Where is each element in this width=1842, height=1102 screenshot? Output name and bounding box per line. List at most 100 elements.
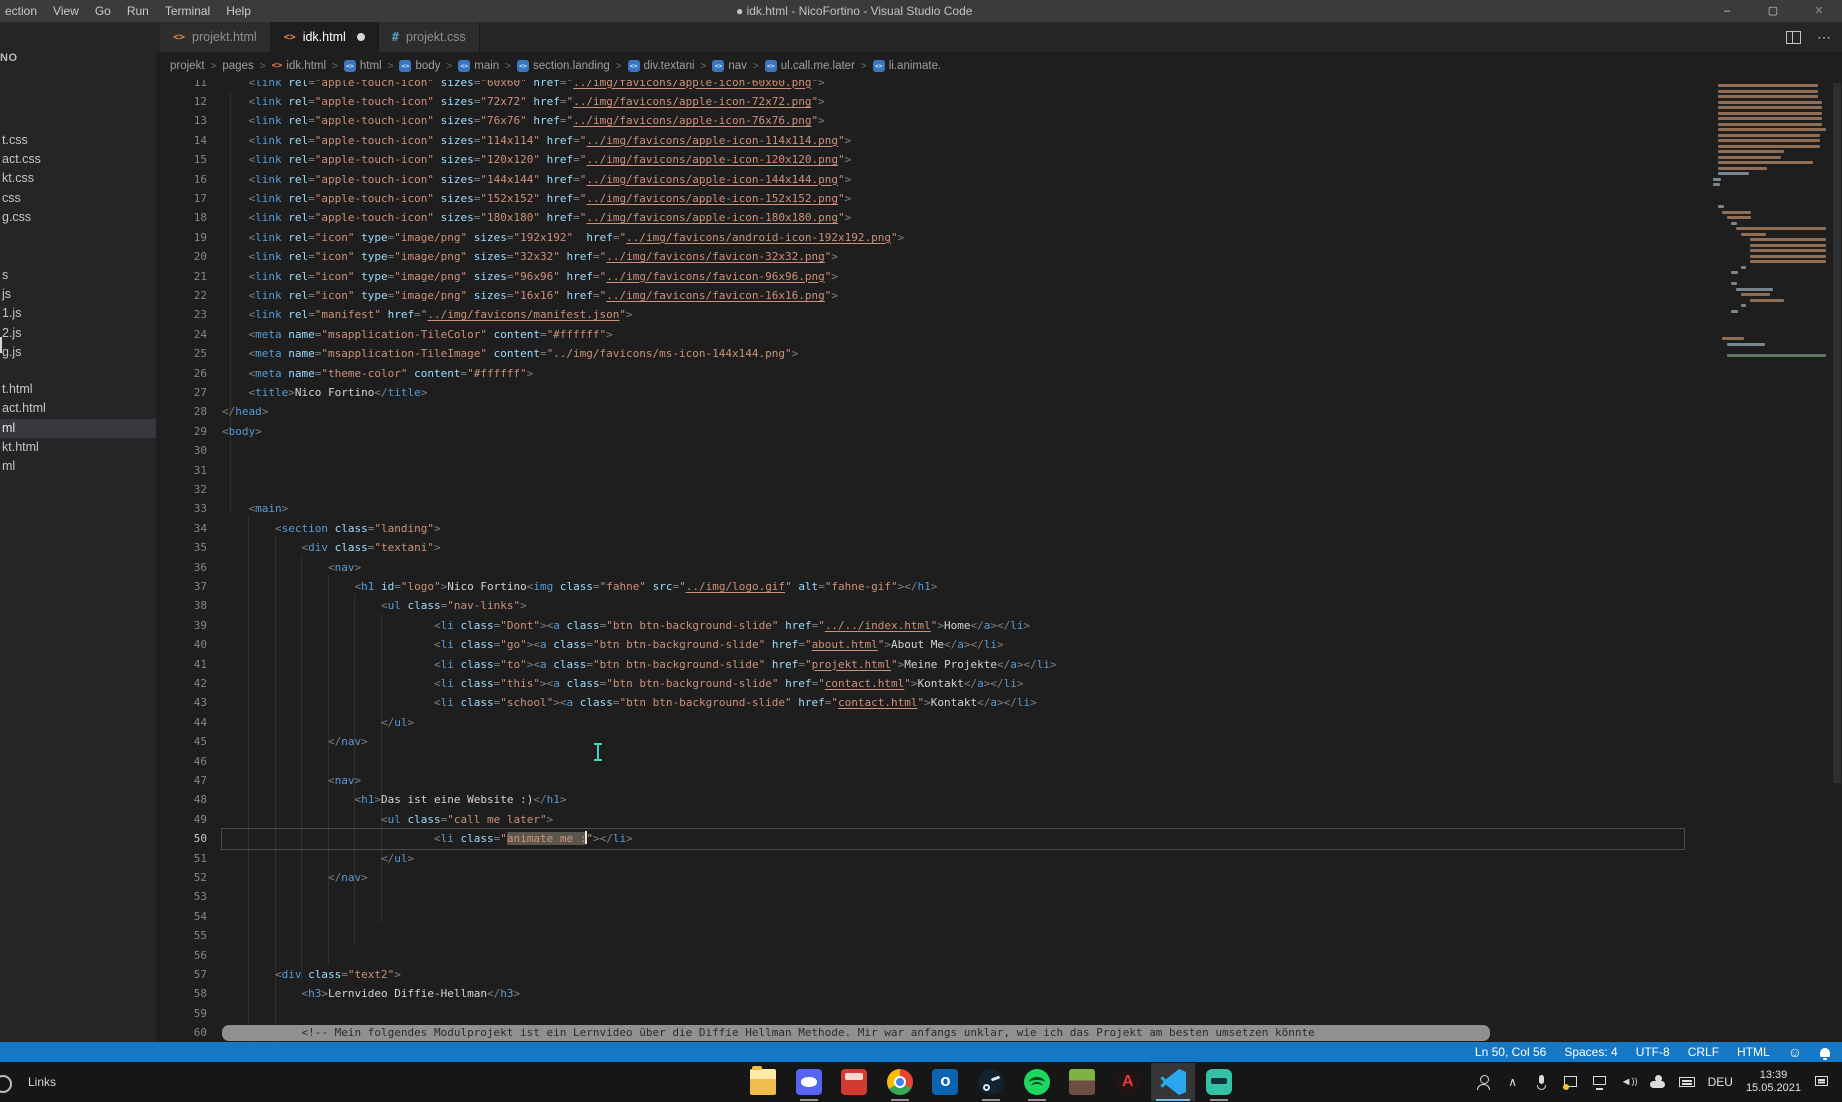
- code-text[interactable]: <link rel="icon" type="image/png" sizes=…: [222, 267, 838, 286]
- explorer-folder-header[interactable]: NO: [0, 52, 18, 64]
- code-text[interactable]: <nav>: [222, 771, 361, 790]
- line-number[interactable]: 26: [156, 364, 207, 383]
- minimap[interactable]: [1713, 80, 1830, 500]
- code-text[interactable]: </head>: [222, 402, 268, 421]
- code-text[interactable]: <h1>Das ist eine Website :)</h1>: [222, 790, 566, 809]
- sidebar-file-g.css[interactable]: g.css: [0, 208, 156, 227]
- code-text[interactable]: <link rel="icon" type="image/png" sizes=…: [222, 228, 904, 247]
- editor-more-actions-icon[interactable]: ⋯: [1817, 29, 1832, 46]
- line-number[interactable]: 19: [156, 228, 207, 247]
- taskbar-app-teal-chat-icon[interactable]: [1197, 1063, 1241, 1101]
- code-line-49[interactable]: 49 <ul class="call me later">: [156, 810, 1842, 829]
- taskbar-app-discord-icon[interactable]: [787, 1063, 831, 1101]
- sidebar-file-t.css[interactable]: t.css: [0, 131, 156, 150]
- code-line-26[interactable]: 26<meta name="theme-color" content="#fff…: [156, 364, 1842, 383]
- code-text[interactable]: <h3>Lernvideo Diffie-Hellman</h3>: [222, 984, 520, 1003]
- line-number[interactable]: 48: [156, 790, 207, 809]
- language-indicator[interactable]: DEU: [1708, 1075, 1733, 1089]
- code-line-18[interactable]: 18<link rel="apple-touch-icon" sizes="18…: [156, 208, 1842, 227]
- code-line-11[interactable]: 11<link rel="apple-touch-icon" sizes="60…: [156, 80, 1842, 92]
- menu-item-ection[interactable]: ection: [3, 4, 39, 18]
- code-line-37[interactable]: 37<h1 id="logo">Nico Fortino<img class="…: [156, 577, 1842, 596]
- feedback-smiley-icon[interactable]: ☺: [1788, 1044, 1802, 1060]
- line-number[interactable]: 11: [156, 80, 207, 92]
- code-line-42[interactable]: 42<li class="this"><a class="btn btn-bac…: [156, 674, 1842, 693]
- touch-keyboard-icon[interactable]: [1679, 1074, 1695, 1090]
- line-number[interactable]: 53: [156, 887, 207, 906]
- code-text[interactable]: <link rel="icon" type="image/png" sizes=…: [222, 247, 838, 266]
- code-line-59[interactable]: 59: [156, 1004, 1842, 1023]
- code-line-48[interactable]: 48 <h1>Das ist eine Website :)</h1>: [156, 790, 1842, 809]
- code-line-47[interactable]: 47<nav>: [156, 771, 1842, 790]
- indentation-status[interactable]: Spaces: 4: [1564, 1045, 1617, 1059]
- code-line-58[interactable]: 58 <h3>Lernvideo Diffie-Hellman</h3>: [156, 984, 1842, 1003]
- code-line-24[interactable]: 24<meta name="msapplication-TileColor" c…: [156, 325, 1842, 344]
- code-line-30[interactable]: 30: [156, 441, 1842, 460]
- code-text[interactable]: <ul class="call me later">: [222, 810, 553, 829]
- chevron-up-icon[interactable]: ∧: [1505, 1074, 1521, 1090]
- cloud-icon[interactable]: [1650, 1074, 1666, 1090]
- breadcrumb-item-nav[interactable]: nav: [712, 60, 747, 72]
- sidebar-file-t.html[interactable]: t.html: [0, 380, 156, 399]
- code-text[interactable]: <body>: [222, 422, 262, 441]
- tab-idk.html[interactable]: <>idk.html: [271, 22, 379, 52]
- line-number[interactable]: 38: [156, 596, 207, 615]
- code-line-44[interactable]: 44</ul>: [156, 713, 1842, 732]
- code-line-17[interactable]: 17<link rel="apple-touch-icon" sizes="15…: [156, 189, 1842, 208]
- code-line-34[interactable]: 34<section class="landing">: [156, 519, 1842, 538]
- network-icon[interactable]: [1592, 1074, 1608, 1090]
- code-line-45[interactable]: 45</nav>: [156, 732, 1842, 751]
- code-text[interactable]: <li class="Dont"><a class="btn btn-backg…: [222, 616, 1030, 635]
- taskbar-app-chrome-icon[interactable]: [878, 1063, 922, 1101]
- line-number[interactable]: 23: [156, 305, 207, 324]
- line-number[interactable]: 49: [156, 810, 207, 829]
- code-text[interactable]: </nav>: [222, 732, 368, 751]
- photo-badge-icon[interactable]: [1563, 1074, 1579, 1090]
- line-number[interactable]: 60: [156, 1023, 207, 1042]
- line-number[interactable]: 39: [156, 616, 207, 635]
- cursor-position-status[interactable]: Ln 50, Col 56: [1475, 1045, 1546, 1059]
- code-text[interactable]: <link rel="apple-touch-icon" sizes="120x…: [222, 150, 851, 169]
- line-number[interactable]: 21: [156, 267, 207, 286]
- code-text[interactable]: <link rel="apple-touch-icon" sizes="144x…: [222, 170, 851, 189]
- sidebar-file-kt.css[interactable]: kt.css: [0, 169, 156, 188]
- breadcrumb-item-main[interactable]: main: [458, 60, 499, 72]
- eol-status[interactable]: CRLF: [1688, 1045, 1719, 1059]
- code-line-33[interactable]: 33 <main>: [156, 499, 1842, 518]
- code-line-14[interactable]: 14<link rel="apple-touch-icon" sizes="11…: [156, 131, 1842, 150]
- line-number[interactable]: 40: [156, 635, 207, 654]
- menu-item-terminal[interactable]: Terminal: [163, 4, 212, 18]
- code-text[interactable]: <nav>: [222, 558, 361, 577]
- code-line-22[interactable]: 22<link rel="icon" type="image/png" size…: [156, 286, 1842, 305]
- breadcrumb-item-section.landing[interactable]: section.landing: [517, 60, 610, 72]
- sidebar-file-act.css[interactable]: act.css: [0, 150, 156, 169]
- code-text[interactable]: <main>: [222, 499, 288, 518]
- taskbar-app-steam-icon[interactable]: [969, 1063, 1013, 1101]
- line-number[interactable]: 12: [156, 92, 207, 111]
- code-line-21[interactable]: 21 <link rel="icon" type="image/png" size…: [156, 267, 1842, 286]
- line-number[interactable]: 50: [156, 829, 207, 848]
- breadcrumb-item-html[interactable]: html: [344, 60, 382, 72]
- taskbar-app-minecraft-icon[interactable]: [1060, 1063, 1104, 1101]
- line-number[interactable]: 58: [156, 984, 207, 1003]
- code-line-15[interactable]: 15<link rel="apple-touch-icon" sizes="12…: [156, 150, 1842, 169]
- code-line-29[interactable]: 29<body>: [156, 422, 1842, 441]
- code-line-36[interactable]: 36<nav>: [156, 558, 1842, 577]
- code-text[interactable]: <div class="textani">: [222, 538, 441, 557]
- line-number[interactable]: 31: [156, 461, 207, 480]
- menu-item-help[interactable]: Help: [224, 4, 253, 18]
- line-number[interactable]: 32: [156, 480, 207, 499]
- close-button[interactable]: ✕: [1796, 0, 1842, 22]
- line-number[interactable]: 13: [156, 111, 207, 130]
- code-text[interactable]: <li class="school"><a class="btn btn-bac…: [222, 693, 1037, 712]
- breadcrumb-item-div.textani[interactable]: div.textani: [628, 60, 695, 72]
- code-line-55[interactable]: 55: [156, 926, 1842, 945]
- taskbar-app-spotify-icon[interactable]: [1015, 1063, 1059, 1101]
- code-line-32[interactable]: 32: [156, 480, 1842, 499]
- code-line-19[interactable]: 19 <link rel="icon" type="image/png" size…: [156, 228, 1842, 247]
- code-text[interactable]: <link rel="apple-touch-icon" sizes="72x7…: [222, 92, 825, 111]
- code-line-25[interactable]: 25<meta name="msapplication-TileImage" c…: [156, 344, 1842, 363]
- vertical-scrollbar[interactable]: [1833, 83, 1841, 783]
- code-text[interactable]: <li class="to"><a class="btn btn-backgro…: [222, 655, 1057, 674]
- line-number[interactable]: 33: [156, 499, 207, 518]
